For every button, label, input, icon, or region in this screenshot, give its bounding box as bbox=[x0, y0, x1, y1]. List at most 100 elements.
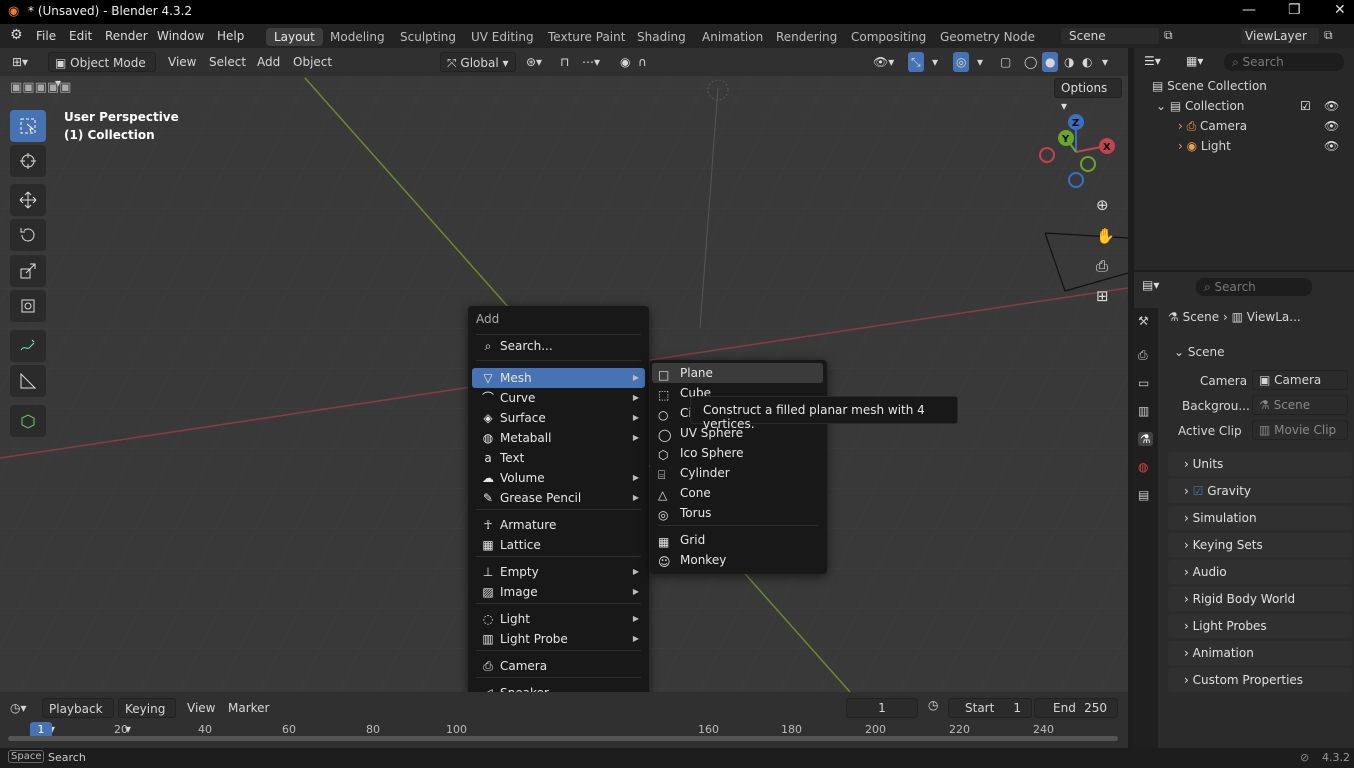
material-shading-icon[interactable]: ◑ bbox=[1064, 52, 1074, 72]
options-dropdown[interactable]: Options ▾ bbox=[1054, 78, 1122, 113]
falloff-icon[interactable]: ∩ bbox=[638, 52, 647, 72]
mesh-item-torus[interactable]: ◎ Torus bbox=[652, 503, 823, 523]
mesh-item-cone[interactable]: △ Cone bbox=[652, 483, 823, 503]
outliner-filter-icon[interactable]: ▦▾ bbox=[1186, 54, 1203, 68]
tab-shading[interactable]: Shading bbox=[629, 28, 694, 46]
minimize-button[interactable]: — bbox=[1242, 2, 1256, 18]
menu-object[interactable]: Object bbox=[293, 52, 332, 72]
menu-render[interactable]: Render bbox=[105, 29, 148, 43]
panel-rigid-body-world[interactable]: › Rigid Body World bbox=[1168, 587, 1352, 611]
panel-animation[interactable]: › Animation bbox=[1168, 641, 1352, 665]
tab-compositing[interactable]: Compositing bbox=[843, 28, 934, 46]
scene-tab-icon[interactable]: ⚗ bbox=[1138, 432, 1153, 446]
add-menu-item-metaball[interactable]: ◍ Metaball ▶ bbox=[472, 428, 645, 448]
scene-selector[interactable]: Scene bbox=[1060, 27, 1160, 45]
collection-checkbox[interactable]: ☑ bbox=[1300, 99, 1311, 113]
add-menu-item-lattice[interactable]: ▦ Lattice bbox=[472, 535, 645, 555]
background-property-field[interactable]: ⚗ Scene bbox=[1252, 395, 1348, 415]
outliner-search-input[interactable]: ⌕ Search bbox=[1224, 53, 1344, 71]
visibility-eye-icon[interactable]: 👁 bbox=[1324, 99, 1339, 113]
panel-gravity[interactable]: › ☑ Gravity bbox=[1168, 479, 1352, 503]
outliner-editor-icon[interactable]: ☰▾ bbox=[1144, 54, 1161, 68]
add-menu-item-armature[interactable]: ☥ Armature bbox=[472, 515, 645, 535]
snap-target-icon[interactable]: ⋯▾ bbox=[582, 52, 600, 72]
add-menu-item-empty[interactable]: ⊥ Empty ▶ bbox=[472, 562, 645, 582]
tab-geometry-nodes[interactable]: Geometry Node bbox=[932, 28, 1043, 46]
timeline-scrollbar[interactable] bbox=[8, 736, 1118, 741]
gravity-checkbox[interactable]: ☑ bbox=[1193, 484, 1208, 498]
current-frame-field[interactable]: 1 bbox=[846, 698, 918, 718]
annotate-tool[interactable] bbox=[10, 330, 46, 362]
add-menu-item-text[interactable]: a Text bbox=[472, 448, 645, 468]
add-menu-item-surface[interactable]: ◈ Surface ▶ bbox=[472, 408, 645, 428]
menu-add[interactable]: Add bbox=[257, 52, 280, 72]
add-menu-item-volume[interactable]: ☁ Volume ▶ bbox=[472, 468, 645, 488]
add-cube-tool[interactable] bbox=[10, 405, 46, 437]
solid-shading-icon[interactable]: ● bbox=[1042, 52, 1059, 72]
clip-property-field[interactable]: ▥ Movie Clip bbox=[1252, 420, 1348, 440]
ortho-grid-icon[interactable]: ⊞ bbox=[1096, 287, 1109, 305]
mesh-item-grid[interactable]: ▦ Grid bbox=[652, 530, 823, 550]
visibility-icon[interactable]: 👁▾ bbox=[873, 52, 894, 72]
mode-selector[interactable]: ▣ Object Mode ▾ bbox=[48, 52, 156, 90]
shading-dropdown-icon[interactable]: ▾ bbox=[1102, 52, 1108, 72]
end-frame-field[interactable]: End 250 bbox=[1034, 698, 1118, 718]
tab-animation[interactable]: Animation bbox=[694, 28, 771, 46]
rotate-tool[interactable] bbox=[10, 219, 46, 251]
panel-custom-properties[interactable]: › Custom Properties bbox=[1168, 668, 1352, 692]
new-scene-icon[interactable]: ⧉ bbox=[1164, 28, 1173, 43]
world-tab-icon[interactable]: ◍ bbox=[1138, 460, 1148, 474]
collection-tab-icon[interactable]: ▤ bbox=[1138, 488, 1149, 502]
outliner-item-camera[interactable]: › ⎙ Camera bbox=[1178, 119, 1247, 134]
tab-uv-editing[interactable]: UV Editing bbox=[463, 28, 542, 46]
snap-icon[interactable]: ⊓ bbox=[560, 52, 569, 72]
tab-layout[interactable]: Layout bbox=[266, 28, 323, 46]
overlay-icon[interactable]: ◎ bbox=[953, 52, 970, 72]
panel-simulation[interactable]: › Simulation bbox=[1168, 506, 1352, 530]
close-button[interactable]: ✕ bbox=[1334, 2, 1346, 18]
blender-menu-icon[interactable]: ⚙ bbox=[10, 27, 23, 43]
gizmo-icon[interactable]: ⤡ bbox=[908, 52, 924, 72]
properties-editor-icon[interactable]: ▤▾ bbox=[1142, 278, 1159, 292]
visibility-eye-icon[interactable]: 👁 bbox=[1324, 119, 1339, 133]
panel-keying-sets[interactable]: › Keying Sets bbox=[1168, 533, 1352, 557]
proportional-edit-icon[interactable]: ◉ bbox=[620, 52, 630, 72]
pan-hand-icon[interactable]: ✋ bbox=[1096, 227, 1115, 245]
start-frame-field[interactable]: Start 1 bbox=[948, 698, 1032, 718]
outliner-item-light[interactable]: › ◉ Light bbox=[1178, 139, 1231, 153]
add-menu-item-curve[interactable]: ⌒ Curve ▶ bbox=[472, 388, 645, 408]
clock-icon[interactable]: ◷ bbox=[928, 698, 938, 712]
panel-units[interactable]: › Units bbox=[1168, 452, 1352, 476]
mesh-item-plane[interactable]: □ Plane bbox=[652, 363, 823, 383]
timeline-playback[interactable]: Playback ▾ bbox=[42, 698, 114, 736]
zoom-icon[interactable]: ⊕ bbox=[1096, 196, 1109, 214]
timeline-editor-icon[interactable]: ◷▾ bbox=[10, 698, 27, 718]
timeline-marker[interactable]: Marker bbox=[228, 698, 269, 718]
add-menu-item-grease-pencil[interactable]: ✎ Grease Pencil ▶ bbox=[472, 488, 645, 508]
pivot-icon[interactable]: ⊛▾ bbox=[526, 52, 542, 72]
tab-sculpting[interactable]: Sculpting bbox=[392, 28, 464, 46]
xray-icon[interactable]: ▢ bbox=[1000, 52, 1011, 72]
mesh-item-monkey[interactable]: ☺ Monkey bbox=[652, 550, 823, 570]
mesh-item-ico-sphere[interactable]: ⬡ Ico Sphere bbox=[652, 443, 823, 463]
rendered-shading-icon[interactable]: ◐ bbox=[1082, 52, 1092, 72]
transform-orientation[interactable]: ⤧ Global ▾ bbox=[440, 52, 516, 72]
add-menu-item-light-probe[interactable]: ▥ Light Probe ▶ bbox=[472, 629, 645, 649]
camera-property-field[interactable]: ▣ Camera bbox=[1252, 370, 1348, 390]
maximize-button[interactable]: ❐ bbox=[1288, 2, 1301, 18]
menu-file[interactable]: File bbox=[36, 29, 56, 43]
collection-row[interactable]: ⌄ ▤ Collection bbox=[1156, 99, 1244, 113]
viewlayer-tab-icon[interactable]: ▥ bbox=[1138, 404, 1149, 418]
menu-window[interactable]: Window bbox=[157, 29, 204, 43]
visibility-eye-icon[interactable]: 👁 bbox=[1324, 139, 1339, 153]
timeline-view[interactable]: View bbox=[187, 698, 215, 718]
tab-rendering[interactable]: Rendering bbox=[768, 28, 845, 46]
add-menu-item-image[interactable]: ▨ Image ▶ bbox=[472, 582, 645, 602]
add-menu-item-mesh[interactable]: ▽ Mesh ▶ bbox=[472, 368, 645, 388]
panel-light-probes[interactable]: › Light Probes bbox=[1168, 614, 1352, 638]
add-menu-item-camera[interactable]: ⎙ Camera bbox=[472, 656, 645, 676]
wireframe-shading-icon[interactable]: ◯ bbox=[1024, 52, 1037, 72]
gizmo-dropdown-icon[interactable]: ▾ bbox=[932, 52, 938, 72]
overlay-dropdown-icon[interactable]: ▾ bbox=[977, 52, 983, 72]
editor-type-icon[interactable]: ⊞▾ bbox=[12, 52, 28, 72]
